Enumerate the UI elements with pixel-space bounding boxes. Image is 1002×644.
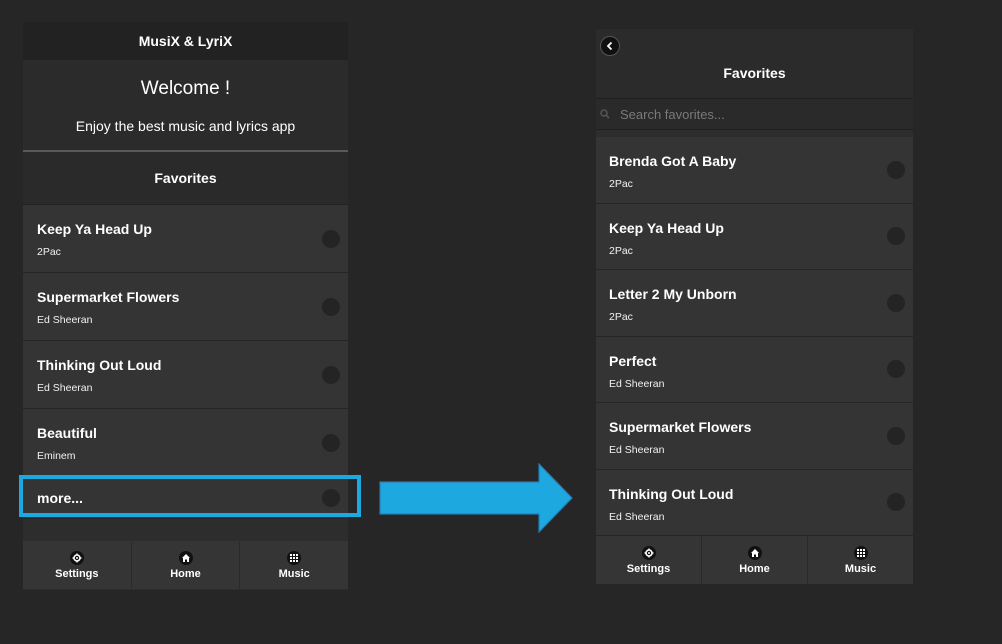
list-item[interactable]: Thinking Out Loud Ed Sheeran: [23, 341, 348, 409]
favorites-section-header: Favorites: [23, 152, 348, 205]
select-radio[interactable]: [887, 160, 905, 179]
select-radio[interactable]: [322, 297, 340, 316]
select-radio[interactable]: [887, 493, 905, 512]
list-item[interactable]: Supermarket Flowers Ed Sheeran: [596, 403, 913, 470]
gear-icon: [69, 550, 84, 565]
song-title: Supermarket Flowers: [37, 289, 180, 305]
artist-name: Ed Sheeran: [609, 444, 665, 456]
artist-name: Ed Sheeran: [609, 510, 665, 523]
page-title: Favorites: [723, 65, 786, 81]
select-radio[interactable]: [887, 227, 905, 246]
tab-bar: Settings Home Music: [23, 541, 349, 589]
grid-icon: [287, 550, 302, 565]
arrow-right-icon: [379, 463, 573, 533]
home-icon: [747, 545, 762, 560]
artist-name: 2Pac: [609, 178, 633, 190]
select-radio[interactable]: [887, 426, 905, 445]
tab-settings-label: Settings: [55, 567, 99, 580]
artist-name: Ed Sheeran: [609, 377, 665, 390]
song-title: Thinking Out Loud: [609, 485, 734, 502]
favorites-header: Favorites: [596, 29, 913, 98]
favorites-screen: Favorites Brenda Got A Baby 2Pac Keep Ya…: [596, 29, 913, 584]
more-highlight-box: [19, 475, 361, 517]
song-title: Letter 2 My Unborn: [609, 286, 737, 302]
artist-name: Eminem: [37, 450, 76, 462]
song-title: Brenda Got A Baby: [609, 153, 737, 169]
song-title: Perfect: [609, 352, 657, 369]
chevron-left-icon: [606, 41, 613, 51]
app-title: MusiX & LyriX: [138, 33, 233, 49]
select-radio[interactable]: [322, 229, 340, 248]
search-icon: [600, 109, 610, 119]
app-header: MusiX & LyriX: [23, 22, 348, 60]
list-item[interactable]: Keep Ya Head Up 2Pac: [596, 203, 913, 270]
artist-name: 2Pac: [37, 246, 61, 258]
artist-name: Ed Sheeran: [37, 314, 93, 326]
home-icon: [178, 550, 193, 565]
tab-music-label: Music: [844, 562, 877, 575]
tab-settings[interactable]: Settings: [596, 536, 702, 584]
song-title: Keep Ya Head Up: [609, 219, 724, 236]
favorites-list: Keep Ya Head Up 2Pac Supermarket Flowers…: [23, 205, 348, 519]
tab-music[interactable]: Music: [240, 541, 349, 589]
tab-settings-label: Settings: [626, 562, 671, 575]
list-item[interactable]: Letter 2 My Unborn 2Pac: [596, 270, 913, 337]
welcome-subtitle: Enjoy the best music and lyrics app: [75, 118, 296, 134]
tab-bar: Settings Home Music: [596, 536, 913, 584]
back-button[interactable]: [600, 36, 620, 56]
tab-settings[interactable]: Settings: [23, 541, 132, 589]
select-radio[interactable]: [322, 433, 340, 452]
list-item[interactable]: Perfect Ed Sheeran: [596, 336, 913, 403]
list-item[interactable]: Keep Ya Head Up 2Pac: [23, 205, 348, 273]
tab-music-label: Music: [278, 567, 310, 580]
welcome-title: Welcome !: [140, 78, 231, 99]
select-radio[interactable]: [322, 365, 340, 384]
gear-icon: [641, 545, 656, 560]
list-item[interactable]: Supermarket Flowers Ed Sheeran: [23, 273, 348, 341]
song-title: Keep Ya Head Up: [37, 221, 152, 237]
list-item[interactable]: Brenda Got A Baby 2Pac: [596, 137, 913, 204]
favorites-list: Brenda Got A Baby 2Pac Keep Ya Head Up 2…: [596, 137, 913, 536]
artist-name: 2Pac: [609, 311, 633, 323]
select-radio[interactable]: [887, 360, 905, 379]
grid-icon: [853, 545, 868, 560]
tab-home[interactable]: Home: [131, 541, 241, 589]
list-item[interactable]: Beautiful Eminem: [23, 409, 348, 477]
tab-music[interactable]: Music: [808, 536, 913, 584]
song-title: Supermarket Flowers: [609, 419, 752, 435]
welcome-block: Welcome ! Enjoy the best music and lyric…: [23, 60, 348, 152]
tab-home-label: Home: [739, 562, 770, 575]
tab-home[interactable]: Home: [702, 536, 808, 584]
artist-name: 2Pac: [609, 244, 633, 257]
select-radio[interactable]: [887, 293, 905, 312]
search-input[interactable]: [618, 105, 902, 123]
search-bar: [596, 98, 913, 130]
song-title: Thinking Out Loud: [37, 357, 162, 373]
list-item[interactable]: Thinking Out Loud Ed Sheeran: [596, 469, 913, 536]
tab-home-label: Home: [170, 567, 201, 580]
artist-name: Ed Sheeran: [37, 382, 93, 394]
song-title: Beautiful: [37, 425, 97, 441]
favorites-section-title: Favorites: [154, 170, 217, 186]
